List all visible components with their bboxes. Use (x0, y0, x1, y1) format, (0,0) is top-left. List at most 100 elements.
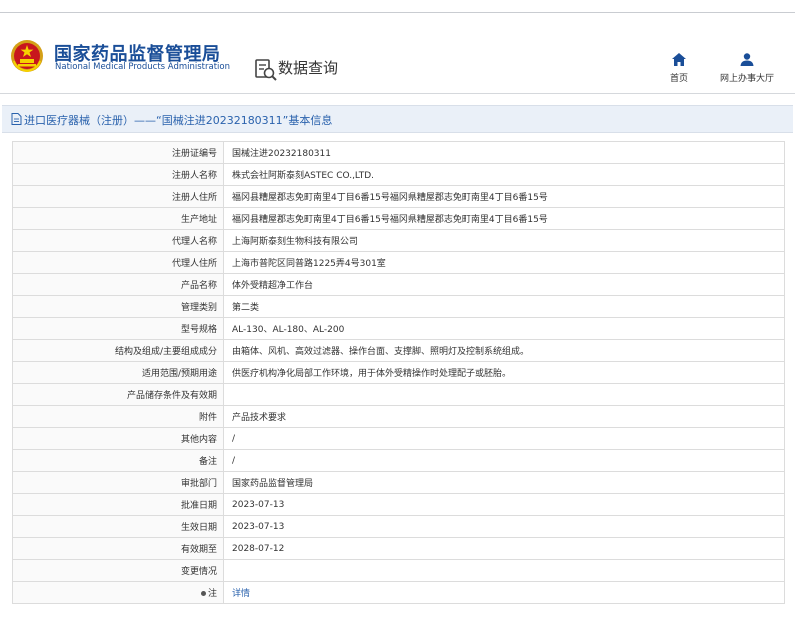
field-label-text: 代理人住所 (171, 259, 217, 269)
details-link[interactable]: 详情 (232, 589, 250, 599)
table-row: 附件 产品技术要求 (12, 405, 785, 428)
field-label: 生产地址 (12, 207, 224, 230)
field-value-cell: 详情 (223, 581, 785, 604)
table-row: 产品储存条件及有效期 (12, 383, 785, 406)
field-label: 其他内容 (12, 427, 224, 450)
table-row: 产品名称 体外受精超净工作台 (12, 273, 785, 296)
pin-icon (200, 591, 206, 596)
field-value: 产品技术要求 (232, 413, 287, 423)
field-label: 备注 (12, 449, 224, 472)
field-label: 管理类别 (12, 295, 224, 318)
field-label: 代理人住所 (12, 251, 224, 274)
field-value: 2023-07-13 (232, 499, 285, 510)
field-label-text: 备注 (198, 457, 217, 467)
field-label-text: 型号规格 (180, 325, 217, 335)
field-label: 注册证编号 (12, 141, 224, 164)
table-row: 生产地址 福冈县糟屋郡志免町南里4丁目6番15号福冈県糟屋郡志免町南里4丁目6番1… (12, 207, 785, 230)
field-label: 注 (12, 581, 224, 604)
field-value: / (232, 433, 236, 444)
field-value-cell (223, 559, 785, 582)
field-label: 产品名称 (12, 273, 224, 296)
field-value-cell: 2023-07-13 (223, 493, 785, 516)
field-label-text: 有效期至 (180, 545, 217, 555)
field-value-cell: 第二类 (223, 295, 785, 318)
data-query-icon[interactable] (254, 58, 278, 82)
field-label: 适用范围/预期用途 (12, 361, 224, 384)
field-label-text: 注册证编号 (171, 149, 217, 159)
field-label-text: 生产地址 (180, 215, 217, 225)
table-row: 备注 / (12, 449, 785, 472)
nav-online-hall-label: 网上办事大厅 (719, 74, 774, 84)
table-row: 代理人名称 上海阿斯泰刻生物科技有限公司 (12, 229, 785, 252)
field-label-text: 管理类别 (180, 303, 217, 313)
field-value: 2028-07-12 (232, 543, 285, 554)
field-label-text: 代理人名称 (171, 237, 217, 247)
table-row: 代理人住所 上海市普陀区同普路1225弄4号301室 (12, 251, 785, 274)
field-label: 注册人住所 (12, 185, 224, 208)
field-value-cell: 供医疗机构净化局部工作环境，用于体外受精操作时处理配子或胚胎。 (223, 361, 785, 384)
table-row: 有效期至 2028-07-12 (12, 537, 785, 560)
field-label-text: 变更情况 (180, 567, 217, 577)
nav-home-button[interactable]: 首页 (664, 53, 694, 84)
field-label: 生效日期 (12, 515, 224, 538)
field-value-cell: 2023-07-13 (223, 515, 785, 538)
table-row: 注册证编号 国械注进20232180311 (12, 141, 785, 164)
table-row: 变更情况 (12, 559, 785, 582)
field-value: 第二类 (232, 303, 260, 313)
document-icon (11, 113, 22, 125)
field-value: / (232, 455, 236, 466)
field-label-text: 适用范围/预期用途 (141, 369, 217, 379)
field-value: 株式会社阿斯泰刻ASTEC CO.,LTD. (232, 171, 374, 181)
field-label: 型号规格 (12, 317, 224, 340)
field-label-text: 注册人名称 (171, 171, 217, 181)
field-value-cell: / (223, 449, 785, 472)
field-value: 上海市普陀区同普路1225弄4号301室 (232, 259, 386, 269)
site-header: 国家药品监督管理局 National Medical Products Admi… (0, 13, 795, 94)
field-value-cell: AL-130、AL-180、AL-200 (223, 317, 785, 340)
field-value: 福冈县糟屋郡志免町南里4丁目6番15号福冈県糟屋郡志免町南里4丁目6番15号 (232, 215, 548, 225)
field-value: AL-130、AL-180、AL-200 (232, 325, 345, 335)
field-value-cell: 株式会社阿斯泰刻ASTEC CO.,LTD. (223, 163, 785, 186)
field-value-cell: 体外受精超净工作台 (223, 273, 785, 296)
field-label-text: 注 (207, 589, 217, 599)
field-label-text: 其他内容 (180, 435, 217, 445)
record-title-bar: 进口医疗器械（注册）——“国械注进20232180311”基本信息 (2, 105, 793, 133)
field-value-cell: 由箱体、风机、高效过滤器、操作台面、支撑脚、照明灯及控制系统组成。 (223, 339, 785, 362)
field-value: 福冈县糟屋郡志免町南里4丁目6番15号福冈県糟屋郡志免町南里4丁目6番15号 (232, 193, 548, 203)
field-label: 附件 (12, 405, 224, 428)
table-row: 生效日期 2023-07-13 (12, 515, 785, 538)
field-value-cell: 国家药品监督管理局 (223, 471, 785, 494)
nav-online-hall-button[interactable]: 网上办事大厅 (714, 53, 780, 84)
field-value-cell: 上海阿斯泰刻生物科技有限公司 (223, 229, 785, 252)
home-icon (672, 53, 686, 66)
field-value: 2023-07-13 (232, 521, 285, 532)
table-row: 注册人名称 株式会社阿斯泰刻ASTEC CO.,LTD. (12, 163, 785, 186)
field-value-cell: 福冈县糟屋郡志免町南里4丁目6番15号福冈県糟屋郡志免町南里4丁目6番15号 (223, 185, 785, 208)
field-label: 代理人名称 (12, 229, 224, 252)
field-value-cell: 国械注进20232180311 (223, 141, 785, 164)
field-label-text: 注册人住所 (171, 193, 217, 203)
table-row: 注 详情 (12, 581, 785, 604)
field-label-text: 产品名称 (180, 281, 217, 291)
top-strip (0, 0, 795, 13)
nav-home-label: 首页 (669, 74, 688, 84)
national-emblem-icon (11, 40, 43, 73)
table-row: 适用范围/预期用途 供医疗机构净化局部工作环境，用于体外受精操作时处理配子或胚胎。 (12, 361, 785, 384)
field-value-cell: 2028-07-12 (223, 537, 785, 560)
field-label-text: 生效日期 (180, 523, 217, 533)
data-query-link[interactable]: 数据查询 (278, 57, 338, 78)
field-value: 供医疗机构净化局部工作环境，用于体外受精操作时处理配子或胚胎。 (232, 369, 512, 379)
record-title: 进口医疗器械（注册）——“国械注进20232180311”基本信息 (24, 114, 333, 127)
field-label: 产品储存条件及有效期 (12, 383, 224, 406)
field-label-text: 产品储存条件及有效期 (126, 391, 217, 401)
field-value: 国械注进20232180311 (232, 149, 331, 159)
user-icon (740, 53, 754, 66)
field-value-cell: / (223, 427, 785, 450)
field-label: 变更情况 (12, 559, 224, 582)
table-row: 审批部门 国家药品监督管理局 (12, 471, 785, 494)
field-label: 批准日期 (12, 493, 224, 516)
field-label-text: 审批部门 (180, 479, 217, 489)
field-value: 由箱体、风机、高效过滤器、操作台面、支撑脚、照明灯及控制系统组成。 (232, 347, 530, 357)
site-name-en: National Medical Products Administration (55, 62, 230, 72)
table-row: 管理类别 第二类 (12, 295, 785, 318)
